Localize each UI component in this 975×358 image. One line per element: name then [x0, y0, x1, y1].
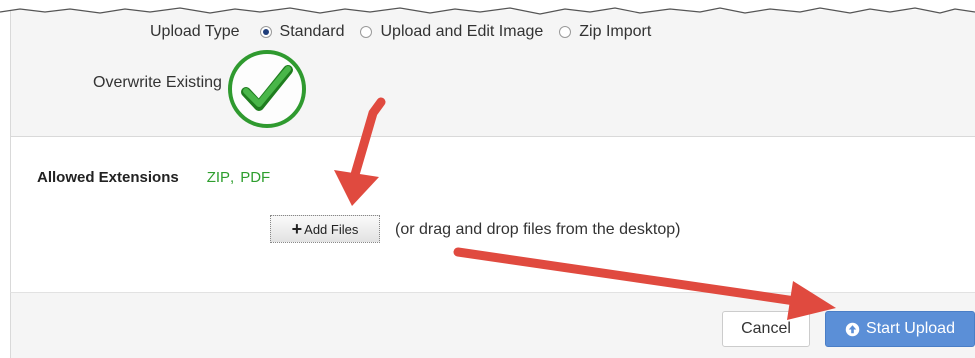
- radio-upload-and-edit-image-label: Upload and Edit Image: [380, 23, 544, 40]
- radio-zip-import-label: Zip Import: [579, 23, 652, 40]
- radio-button-checked[interactable]: [259, 26, 272, 38]
- extension-separator: ,: [230, 169, 235, 186]
- radio-upload-and-edit-image[interactable]: Upload and Edit Image: [360, 23, 543, 41]
- start-upload-button[interactable]: Start Upload: [825, 311, 975, 347]
- files-panel: [10, 137, 975, 292]
- allowed-extensions-row: Allowed Extensions ZIP , PDF: [37, 169, 270, 186]
- radio-button[interactable]: [360, 26, 373, 38]
- upload-type-label: Upload Type: [150, 23, 240, 40]
- upload-dialog: Upload Type Standard Upload and Edit Ima…: [0, 0, 975, 358]
- radio-button[interactable]: [559, 26, 572, 38]
- add-files-button[interactable]: + Add Files: [270, 215, 380, 243]
- upload-type-row: Upload Type Standard Upload and Edit Ima…: [150, 22, 667, 42]
- add-files-content: + Add Files: [292, 220, 359, 238]
- checkmark-badge-icon[interactable]: [226, 48, 308, 130]
- start-upload-label: Start Upload: [866, 320, 955, 337]
- drag-drop-hint: (or drag and drop files from the desktop…: [395, 221, 681, 238]
- extension-pdf: PDF: [240, 169, 271, 186]
- radio-zip-import[interactable]: Zip Import: [559, 23, 651, 41]
- extension-zip: ZIP: [206, 169, 231, 186]
- overwrite-existing-label: Overwrite Existing: [93, 74, 222, 91]
- cancel-button[interactable]: Cancel: [722, 311, 810, 347]
- add-files-label: Add Files: [304, 221, 359, 237]
- radio-standard[interactable]: Standard: [259, 23, 345, 41]
- plus-icon: +: [291, 219, 303, 239]
- radio-standard-label: Standard: [279, 23, 345, 40]
- upload-circle-icon: [845, 322, 860, 336]
- allowed-extensions-label: Allowed Extensions: [37, 169, 179, 186]
